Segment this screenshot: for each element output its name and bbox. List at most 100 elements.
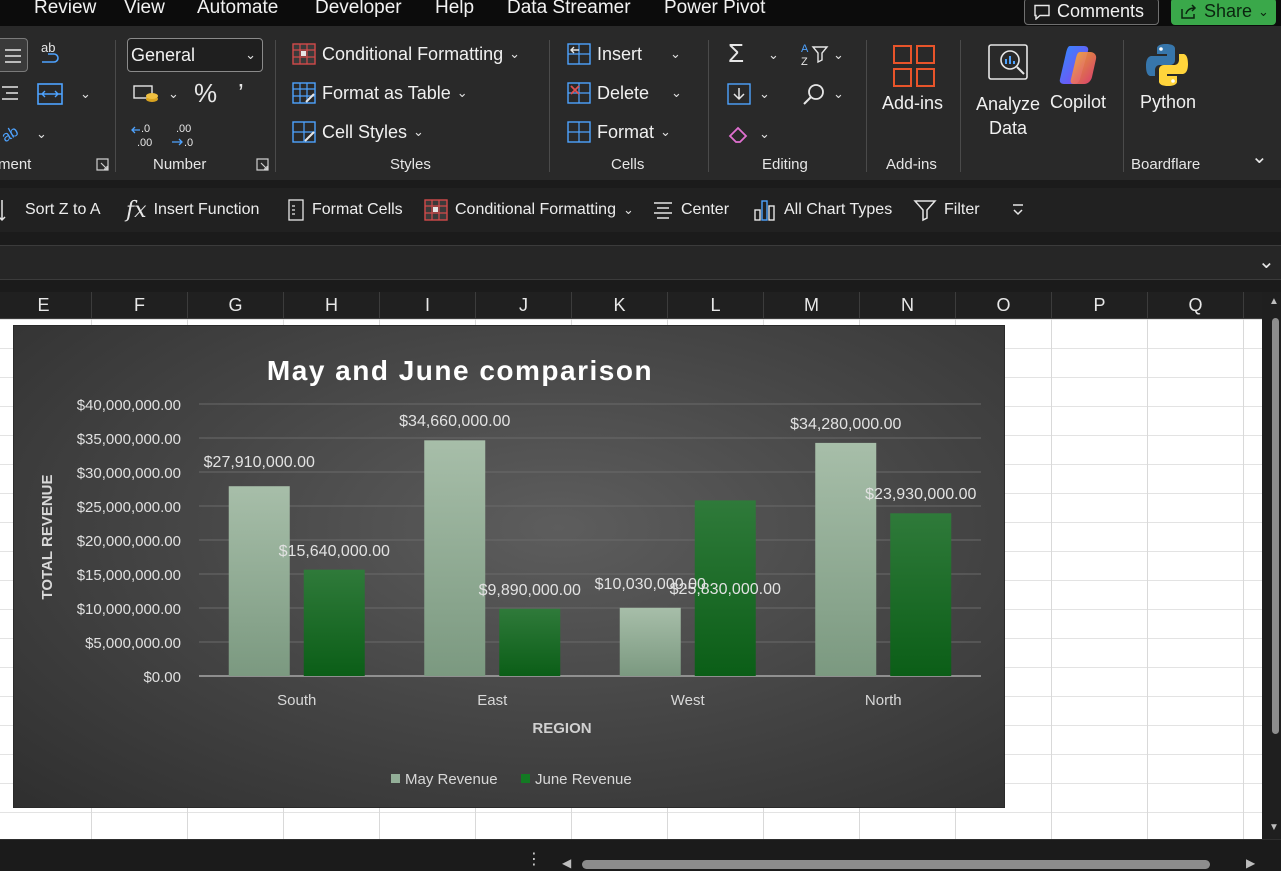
qat-conditional-formatting-button[interactable]: Conditional Formatting ⌄	[424, 196, 634, 224]
chevron-down-icon[interactable]: ⌄	[833, 86, 844, 102]
all-chart-types-button[interactable]: All Chart Types	[753, 196, 892, 224]
filter-button[interactable]: Filter	[913, 196, 980, 224]
tab-review[interactable]: Review	[34, 0, 96, 19]
conditional-formatting-button[interactable]: Conditional Formatting ⌄	[292, 43, 520, 65]
accounting-format-icon[interactable]	[132, 81, 160, 107]
center-button[interactable]: Center	[652, 196, 729, 224]
number-format-select[interactable]: General ⌄	[127, 38, 263, 72]
column-header-o[interactable]: O	[956, 292, 1052, 319]
scroll-up-icon[interactable]: ▲	[1269, 296, 1279, 307]
comma-style-icon[interactable]: ’	[238, 78, 244, 109]
chevron-down-icon[interactable]: ⌄	[36, 126, 47, 142]
cell-styles-button[interactable]: Cell Styles ⌄	[292, 121, 424, 143]
sheet-tab-splitter-icon[interactable]: ⋮	[526, 852, 542, 868]
chevron-down-icon[interactable]: ⌄	[1258, 4, 1269, 20]
legend-label-may: May Revenue	[405, 771, 498, 788]
find-select-icon[interactable]	[801, 82, 827, 108]
chevron-down-icon[interactable]: ⌄	[168, 86, 179, 102]
customize-toolbar-icon[interactable]	[1010, 202, 1026, 218]
chevron-down-icon[interactable]: ⌄	[833, 47, 844, 63]
formula-bar[interactable]: ⌄	[0, 245, 1281, 280]
fill-icon[interactable]	[726, 82, 752, 106]
chevron-down-icon[interactable]: ⌄	[759, 126, 770, 142]
vertical-scroll-thumb[interactable]	[1272, 318, 1279, 734]
column-header-f[interactable]: F	[92, 292, 188, 319]
format-cells-label: Format Cells	[312, 201, 403, 218]
x-tick-label: South	[277, 692, 316, 709]
chevron-down-icon[interactable]: ⌄	[759, 86, 770, 102]
styles-group-label: Styles	[390, 156, 431, 173]
comment-icon	[1034, 4, 1050, 20]
share-label: Share	[1204, 1, 1253, 21]
column-header-i[interactable]: I	[380, 292, 476, 319]
format-cells-button[interactable]: Format Cells	[287, 196, 403, 224]
column-header-g[interactable]: G	[188, 292, 284, 319]
insert-button[interactable]: Insert ⌄	[567, 43, 681, 65]
collapse-ribbon-icon[interactable]: ⌄	[1251, 144, 1268, 169]
delete-button[interactable]: Delete ⌄	[567, 82, 682, 104]
share-button[interactable]: Share ⌄	[1171, 0, 1276, 25]
column-header-n[interactable]: N	[860, 292, 956, 319]
tab-power-pivot[interactable]: Power Pivot	[664, 0, 765, 19]
chevron-down-icon: ⌄	[413, 124, 424, 139]
column-header-k[interactable]: K	[572, 292, 668, 319]
sort-z-to-a-button[interactable]: Sort Z to A	[0, 196, 101, 224]
percent-style-icon[interactable]: %	[194, 78, 217, 109]
revenue-chart[interactable]: May and June comparison TOTAL REVENUE RE…	[13, 325, 1005, 808]
wrap-text-icon[interactable]: ab	[38, 40, 64, 68]
horizontal-scroll-thumb[interactable]	[582, 860, 1210, 869]
chevron-down-icon[interactable]: ⌄	[80, 86, 91, 102]
clear-icon[interactable]	[726, 122, 752, 146]
tab-help[interactable]: Help	[435, 0, 474, 19]
expand-formula-bar-icon[interactable]: ⌄	[1258, 249, 1275, 274]
vertical-scrollbar[interactable]: ▲ ▼	[1262, 292, 1281, 839]
column-header-m[interactable]: M	[764, 292, 860, 319]
data-label: $15,640,000.00	[279, 543, 390, 560]
format-button[interactable]: Format ⌄	[567, 121, 671, 143]
column-header-l[interactable]: L	[668, 292, 764, 319]
addins-button[interactable]: Add-ins	[878, 38, 950, 118]
divider	[1123, 40, 1124, 172]
autosum-icon[interactable]: Σ	[728, 38, 744, 69]
scroll-down-icon[interactable]: ▼	[1269, 822, 1279, 833]
merge-center-icon[interactable]	[36, 81, 64, 107]
scroll-right-icon[interactable]: ▶	[1246, 856, 1255, 870]
tab-data-streamer[interactable]: Data Streamer	[507, 0, 631, 19]
copilot-label: Copilot	[1050, 92, 1107, 112]
comments-button[interactable]: Comments	[1024, 0, 1159, 25]
copilot-button[interactable]: Copilot	[1048, 40, 1112, 120]
format-as-table-label: Format as Table	[322, 82, 451, 103]
tab-automate[interactable]: Automate	[197, 0, 278, 19]
dialog-launcher-icon[interactable]	[256, 158, 269, 171]
column-header-j[interactable]: J	[476, 292, 572, 319]
sort-filter-icon[interactable]: AZ	[800, 40, 830, 68]
column-header-e[interactable]: E	[0, 292, 92, 319]
tab-view[interactable]: View	[124, 0, 165, 19]
format-as-table-button[interactable]: Format as Table ⌄	[292, 82, 468, 104]
scroll-left-icon[interactable]: ◀	[562, 856, 571, 870]
tab-developer[interactable]: Developer	[315, 0, 402, 19]
data-label: $25,830,000.00	[670, 581, 781, 598]
analyze-data-icon	[988, 44, 1028, 80]
python-button[interactable]: Python	[1136, 40, 1200, 120]
column-header-p[interactable]: P	[1052, 292, 1148, 319]
column-header-h[interactable]: H	[284, 292, 380, 319]
indent-icon[interactable]	[0, 82, 22, 106]
y-tick-label: $10,000,000.00	[77, 601, 181, 618]
insert-function-label: Insert Function	[153, 201, 260, 218]
svg-text:.00: .00	[137, 137, 152, 149]
orientation-icon[interactable]: ab	[0, 121, 30, 147]
legend-label-june: June Revenue	[535, 771, 632, 788]
insert-function-button[interactable]: fx Insert Function	[126, 196, 259, 224]
python-icon	[1146, 44, 1188, 86]
center-label: Center	[681, 201, 730, 218]
analyze-data-button[interactable]: Analyze Data	[972, 40, 1044, 150]
function-icon: fx	[126, 197, 147, 223]
increase-decimal-icon[interactable]: .0.00	[131, 121, 161, 151]
decrease-decimal-icon[interactable]: .00.0	[170, 121, 200, 151]
align-left-button[interactable]	[0, 38, 28, 72]
filter-icon	[913, 200, 937, 222]
dialog-launcher-icon[interactable]	[96, 158, 109, 171]
column-header-q[interactable]: Q	[1148, 292, 1244, 319]
chevron-down-icon[interactable]: ⌄	[768, 47, 779, 63]
